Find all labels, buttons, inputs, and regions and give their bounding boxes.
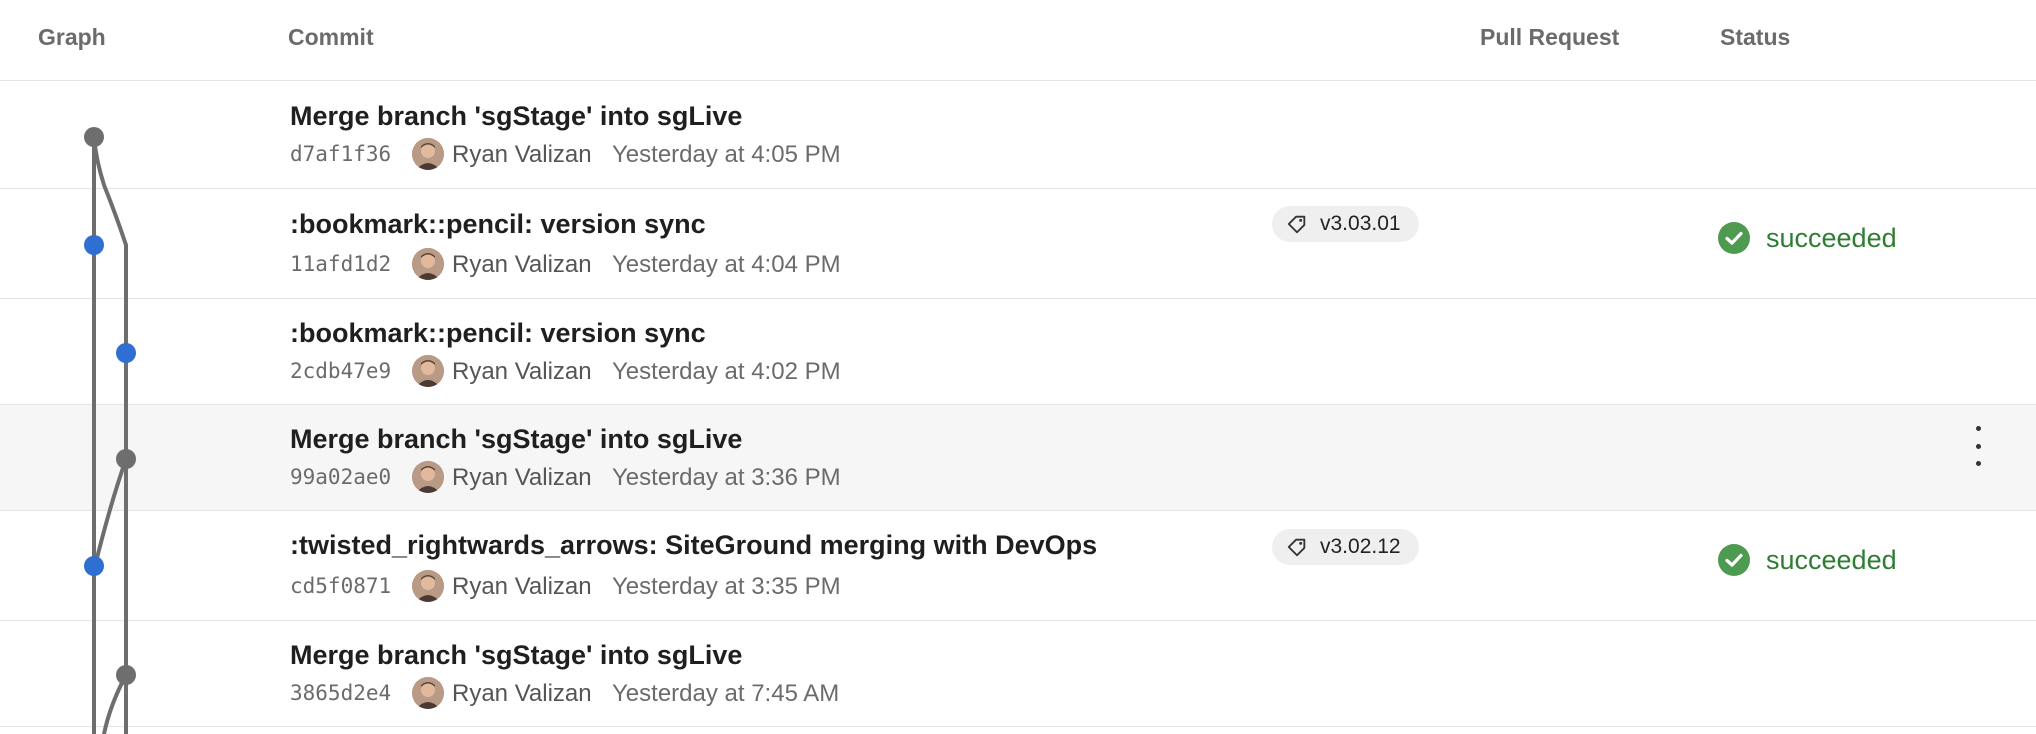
merge-commit-node [84,127,104,147]
avatar [412,355,444,387]
build-status[interactable]: succeeded [1718,222,1897,254]
build-status[interactable]: succeeded [1718,544,1897,576]
graph-line [93,457,128,568]
commit-row[interactable]: :bookmark::pencil: version sync 11afd1d2… [0,189,2036,299]
commit-hash[interactable]: d7af1f36 [290,142,391,166]
commit-message[interactable]: :bookmark::pencil: version sync [290,209,706,240]
tag-icon [1287,215,1306,234]
commit-author: Ryan Valizan [452,251,592,278]
merge-commit-node [116,665,136,685]
commit-row[interactable]: :bookmark::pencil: version sync 2cdb47e9… [0,299,2036,405]
version-tag[interactable]: v3.02.12 [1272,529,1419,565]
commit-message[interactable]: Merge branch 'sgStage' into sgLive [290,101,742,132]
avatar [412,248,444,280]
commit-message[interactable]: :bookmark::pencil: version sync [290,318,706,349]
commit-row[interactable]: Merge branch 'sgStage' into sgLive 99a02… [0,405,2036,511]
commit-hash[interactable]: cd5f0871 [290,574,391,598]
tag-label: v3.02.12 [1320,535,1401,558]
commit-author: Ryan Valizan [452,464,592,491]
avatar [412,677,444,709]
status-label: succeeded [1766,222,1897,253]
more-vertical-icon[interactable] [1966,426,1990,466]
graph-line [92,135,128,734]
tag-icon [1287,538,1306,557]
pull-request-column-header: Pull Request [1480,24,1620,50]
commit-hash[interactable]: 99a02ae0 [290,465,391,489]
commit-date: Yesterday at 4:02 PM [612,358,841,385]
commit-message[interactable]: :twisted_rightwards_arrows: SiteGround m… [290,530,1097,561]
commit-date: Yesterday at 3:35 PM [612,573,841,600]
tag-label: v3.03.01 [1320,212,1401,235]
commit-message[interactable]: Merge branch 'sgStage' into sgLive [290,424,742,455]
commit-author: Ryan Valizan [452,141,592,168]
commit-author: Ryan Valizan [452,680,592,707]
merge-commit-node [116,449,136,469]
commit-row[interactable]: Merge branch 'sgStage' into sgLive d7af1… [0,81,2036,189]
commit-message[interactable]: Merge branch 'sgStage' into sgLive [290,640,742,671]
check-circle-icon [1718,222,1750,254]
commit-date: Yesterday at 4:04 PM [612,251,841,278]
status-column-header: Status [1720,24,1791,50]
commit-column-header: Commit [288,24,374,50]
table-header: Graph Commit Pull Request Status [0,0,2036,81]
commit-node [84,235,104,255]
commit-node [84,556,104,576]
avatar [412,138,444,170]
commit-author: Ryan Valizan [452,573,592,600]
commit-hash[interactable]: 2cdb47e9 [290,359,391,383]
commit-row[interactable]: Merge branch 'sgStage' into sgLive 3865d… [0,621,2036,727]
commit-date: Yesterday at 3:36 PM [612,464,841,491]
commit-node [116,343,136,363]
commit-row[interactable]: :twisted_rightwards_arrows: SiteGround m… [0,511,2036,621]
avatar [412,461,444,493]
commit-hash[interactable]: 3865d2e4 [290,681,391,705]
commit-author: Ryan Valizan [452,358,592,385]
commit-date: Yesterday at 7:45 AM [612,680,840,707]
check-circle-icon [1718,544,1750,576]
commit-hash[interactable]: 11afd1d2 [290,252,391,276]
avatar [412,570,444,602]
status-label: succeeded [1766,544,1897,575]
version-tag[interactable]: v3.03.01 [1272,206,1419,242]
commit-date: Yesterday at 4:05 PM [612,141,841,168]
commit-graph [84,127,136,734]
